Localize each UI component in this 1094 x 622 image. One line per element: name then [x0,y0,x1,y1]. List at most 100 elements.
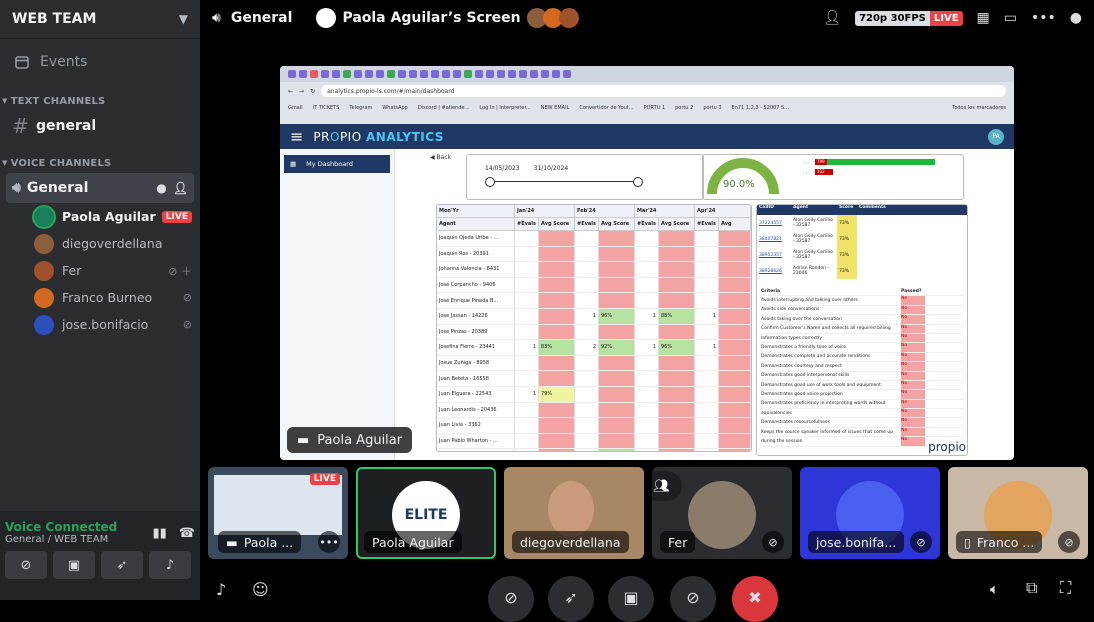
table-row[interactable]: Juan Elguera - 22543 1 79% [437,386,751,403]
nav-my-dashboard[interactable]: ▦ My Dashboard [284,155,390,173]
table-row[interactable]: Josue Zuñiga - 8958 [437,355,751,372]
mute-button[interactable]: ⊘ [670,576,716,622]
hangup-button[interactable]: ✖ [732,576,778,622]
score-cell [539,402,575,418]
list-item: Avoids interrupting and talking over oth… [761,296,963,306]
score-cell [515,418,539,433]
camera-off-button[interactable]: ⊘ [5,551,47,579]
activity-button[interactable]: ➶ [548,576,594,622]
slider-start-handle[interactable] [485,177,495,187]
table-row[interactable]: Juan Pablo Wharton - ... [437,433,751,450]
participant-tile-franco[interactable]: ▯ Franco ... ⊘ [948,467,1088,559]
table-row[interactable]: Joaquin Ojeda Uribe - ... [437,231,751,247]
agent-score-grid[interactable]: Mon'Yr Jan'24 Feb'24 Mar'24 Apr'24 Agent… [436,204,752,452]
avatar [34,260,54,281]
more-icon[interactable]: ••• [318,531,340,553]
reload-icon[interactable]: ↻ [310,88,315,95]
score-cell [539,324,575,340]
screen-share-stream[interactable]: ← → ↻ analytics.propio-ls.com/#/main/das… [280,66,1014,460]
signal-icon[interactable]: ▮▮ [152,526,166,545]
avatar [34,233,54,254]
call-id-cell: 38928626 [759,268,782,274]
participant-tile-stream[interactable]: LIVE ▬ Paola ... ••• [208,467,348,559]
screen-title: Paola Aguilar’s Screen [342,10,521,26]
voice-channels-category[interactable]: ▼ VOICE CHANNELS [0,153,200,173]
score-cell [575,402,599,418]
live-badge: LIVE [309,473,340,485]
voice-user[interactable]: Fer ⊘ ＋ [34,257,192,284]
more-icon[interactable]: ••• [1031,10,1056,26]
table-row[interactable]: Johanna Valencia - 8431 [437,262,751,278]
fail-bar: 102 [815,169,833,175]
voice-user[interactable]: Paola Aguilar LIVE [34,203,192,230]
channel-general-text[interactable]: # general [6,111,194,141]
table-row[interactable]: 38407821 Alon Geily Cerillio - 32587 73% [757,231,967,247]
share-screen-button[interactable]: ▣ [608,576,654,622]
camera-button[interactable]: ⊘ [488,576,534,622]
date-from[interactable]: 14/05/2023 [485,165,520,172]
score-cell [659,433,695,449]
table-row[interactable]: Joaquin Ros - 20391 [437,246,751,263]
score-cell [635,277,659,293]
participant-tile-jose[interactable]: jose.bonifa... ⊘ [800,467,940,559]
table-row[interactable]: José Pinzas - 20389 [437,324,751,341]
slider-end-handle[interactable] [633,177,643,187]
table-row[interactable]: Jose Jassan - 14226 1 96% 1 88% 1 [437,308,751,325]
voice-location[interactable]: General / WEB TEAM [5,534,117,545]
address-bar[interactable]: analytics.propio-ls.com/#/main/dashboard [321,85,1006,97]
events-item[interactable]: Events [0,39,200,85]
voice-user[interactable]: Franco Burneo ⊘ [34,284,192,311]
table-row[interactable]: José Enrique Pineda B... [437,293,751,309]
emoji-icon[interactable]: ☺ [252,580,269,599]
soundboard-button[interactable]: ♪ [149,551,191,579]
table-row[interactable]: 38928626 Adrian Rondon - 23046 73% [757,263,967,279]
participant-tile-fer[interactable]: Fer ⊘ ⌄👥︎ [652,467,792,559]
call-score-cell: 73% [837,231,857,247]
date-to[interactable]: 31/10/2024 [534,165,569,172]
app-sidebar: ▦ My Dashboard [280,149,395,460]
voice-connected-status[interactable]: Voice Connected [5,520,117,534]
table-row[interactable]: Josefina Fierre - 23441 1 83% 2 92% 1 96% 1 [437,340,751,356]
participant-tile-paola[interactable]: ELITE Paola Aguilar [356,467,496,559]
back-arrow-icon[interactable]: ← [288,88,293,95]
date-slider[interactable] [485,177,643,187]
table-row[interactable]: 38952357 Alon Geily Cerillio - 32587 73% [757,247,967,263]
table-row[interactable]: Juan Livia - 3362 [437,418,751,434]
disconnect-icon[interactable]: ☎ [179,526,195,545]
text-channels-category[interactable]: ▼ TEXT CHANNELS [0,91,200,111]
fullscreen-icon[interactable]: ⛶ [1060,578,1071,598]
score-cell [515,402,539,418]
chat-bubble-icon[interactable]: ● [1070,10,1082,26]
rocket-icon: ➶ [116,557,128,573]
table-row[interactable]: Juan Leonardis - 20436 [437,402,751,419]
menu-icon[interactable]: ≡ [290,127,303,146]
voice-user[interactable]: diegoverdellana [34,230,192,257]
collapse-button[interactable]: ⌄👥︎ [652,471,682,501]
volume-icon[interactable]: 🔈︎ [990,580,999,598]
popout-icon[interactable]: ▭ [1004,10,1017,26]
table-row[interactable]: Juan Beteta - 16558 [437,371,751,387]
chat-bubble-icon[interactable]: ● [156,181,166,195]
phone-icon: ▯ [964,534,971,550]
table-row[interactable]: Juan Quezada - 23125 83% [437,449,751,451]
voice-channel-general[interactable]: 🔊︎ General ● 👤︎ [6,173,194,203]
server-header[interactable]: WEB TEAM ▼ [0,0,200,39]
back-link[interactable]: ◀ Back [430,154,451,161]
voice-user[interactable]: jose.bonifacio ⊘ [34,311,192,338]
table-row[interactable]: 37224557 Alon Geily Cerillio - 32587 73% [757,215,967,231]
forward-arrow-icon[interactable]: → [299,88,304,95]
table-row[interactable]: José Corpancho - 9406 [437,277,751,294]
browser-tabs[interactable] [280,66,1014,82]
add-user-icon[interactable]: 👤︎ [823,10,841,26]
grid-icon[interactable]: ▦ [977,10,990,26]
hangup-icon: ✖ [748,588,762,607]
participant-tile-diego[interactable]: diegoverdellana [504,467,644,559]
popout-icon[interactable]: ⧉ [1026,578,1037,598]
score-cell [635,231,659,246]
score-cell [719,386,751,402]
soundboard-icon[interactable]: ♪ [216,580,226,599]
avatar[interactable]: PA [988,128,1004,145]
add-user-icon[interactable]: 👤︎ [173,181,188,195]
activity-button[interactable]: ➶ [101,551,143,579]
share-screen-button[interactable]: ▣ [53,551,95,579]
